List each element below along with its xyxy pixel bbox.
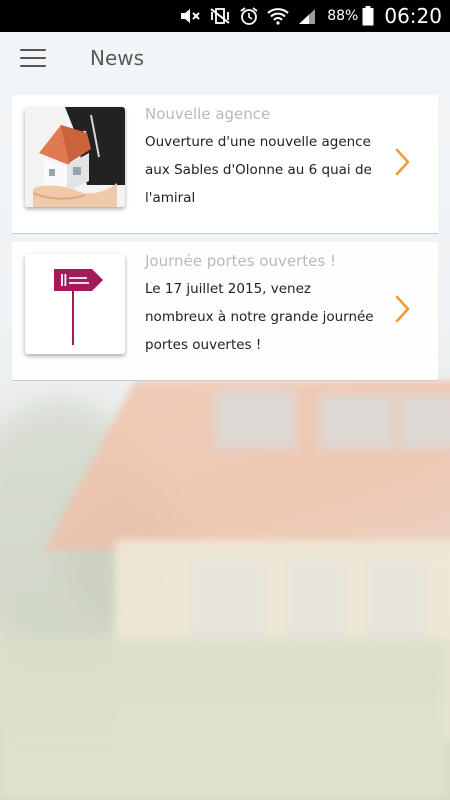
status-bar: 88% 06:20	[0, 0, 450, 32]
mute-icon	[179, 0, 201, 32]
app-bar: News	[0, 32, 450, 84]
news-item-body: Ouverture d'une nouvelle agence aux Sabl…	[145, 134, 372, 206]
news-item-text: Journée portes ouvertes ! Le 17 juillet …	[145, 250, 375, 359]
hamburger-menu-icon[interactable]	[20, 49, 46, 67]
news-item-title: Nouvelle agence	[145, 105, 271, 123]
wifi-icon	[267, 0, 289, 32]
alarm-icon	[239, 0, 259, 32]
news-item-portes-ouvertes[interactable]: Journée portes ouvertes ! Le 17 juillet …	[12, 242, 438, 381]
news-list: Nouvelle agence Ouverture d'une nouvelle…	[12, 95, 438, 389]
page-title: News	[90, 46, 145, 70]
house-in-hand-image	[25, 107, 125, 207]
battery-icon	[362, 0, 374, 32]
news-item-nouvelle-agence[interactable]: Nouvelle agence Ouverture d'une nouvelle…	[12, 95, 438, 234]
battery-percentage: 88%	[327, 8, 359, 24]
signal-icon	[297, 0, 317, 32]
chevron-right-icon	[395, 148, 410, 176]
vibrate-icon	[209, 0, 231, 32]
chevron-right-icon	[395, 295, 410, 323]
news-item-title: Journée portes ouvertes !	[145, 252, 336, 270]
news-item-body: Le 17 juillet 2015, venez nombreux à not…	[145, 281, 374, 353]
clock: 06:20	[384, 4, 442, 28]
agency-sign-logo-image	[25, 254, 125, 354]
news-item-text: Nouvelle agence Ouverture d'une nouvelle…	[145, 103, 375, 212]
